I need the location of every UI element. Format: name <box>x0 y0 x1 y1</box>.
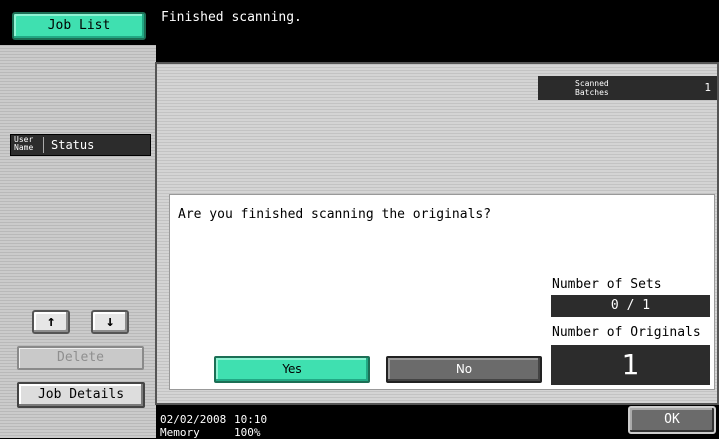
no-button[interactable]: No <box>386 356 542 383</box>
delete-button[interactable]: Delete <box>17 346 144 370</box>
column-divider <box>43 137 44 153</box>
number-of-sets-label: Number of Sets <box>552 277 662 292</box>
arrow-down-icon: ↓ <box>105 312 115 330</box>
message-bar: Finished scanning. <box>158 0 719 60</box>
job-details-button[interactable]: Job Details <box>17 382 145 408</box>
number-of-originals-label: Number of Originals <box>552 325 701 340</box>
scroll-up-button[interactable]: ↑ <box>32 310 70 334</box>
job-list-button[interactable]: Job List <box>12 12 146 40</box>
status-time: 10:10 <box>234 413 268 426</box>
number-of-sets-value: 0 / 1 <box>551 295 710 317</box>
scanned-batches-counter: Scanned Batches 1 <box>538 76 717 100</box>
arrow-up-icon: ↑ <box>46 312 56 330</box>
number-of-originals-value: 1 <box>551 345 710 385</box>
memory-label: Memory <box>160 426 200 439</box>
status-date: 02/02/2008 <box>160 413 227 426</box>
scanned-batches-value: 1 <box>704 81 711 94</box>
user-name-column-label: User Name <box>14 135 34 152</box>
job-list-column-header: User Name Status <box>10 134 151 156</box>
memory-value: 100% <box>234 426 261 439</box>
status-message: Finished scanning. <box>161 10 302 25</box>
main-panel: Scanned Batches 1 Are you finished scann… <box>155 62 719 405</box>
ok-button[interactable]: OK <box>628 406 716 434</box>
finish-scan-dialog: Are you finished scanning the originals?… <box>169 194 715 390</box>
left-panel: Job List User Name Status ↑ ↓ Delete Job… <box>0 0 156 438</box>
yes-button[interactable]: Yes <box>214 356 370 383</box>
scanned-batches-label: Scanned Batches <box>575 79 609 97</box>
dialog-question: Are you finished scanning the originals? <box>178 207 492 222</box>
scroll-down-button[interactable]: ↓ <box>91 310 129 334</box>
status-column-label: Status <box>51 138 95 152</box>
